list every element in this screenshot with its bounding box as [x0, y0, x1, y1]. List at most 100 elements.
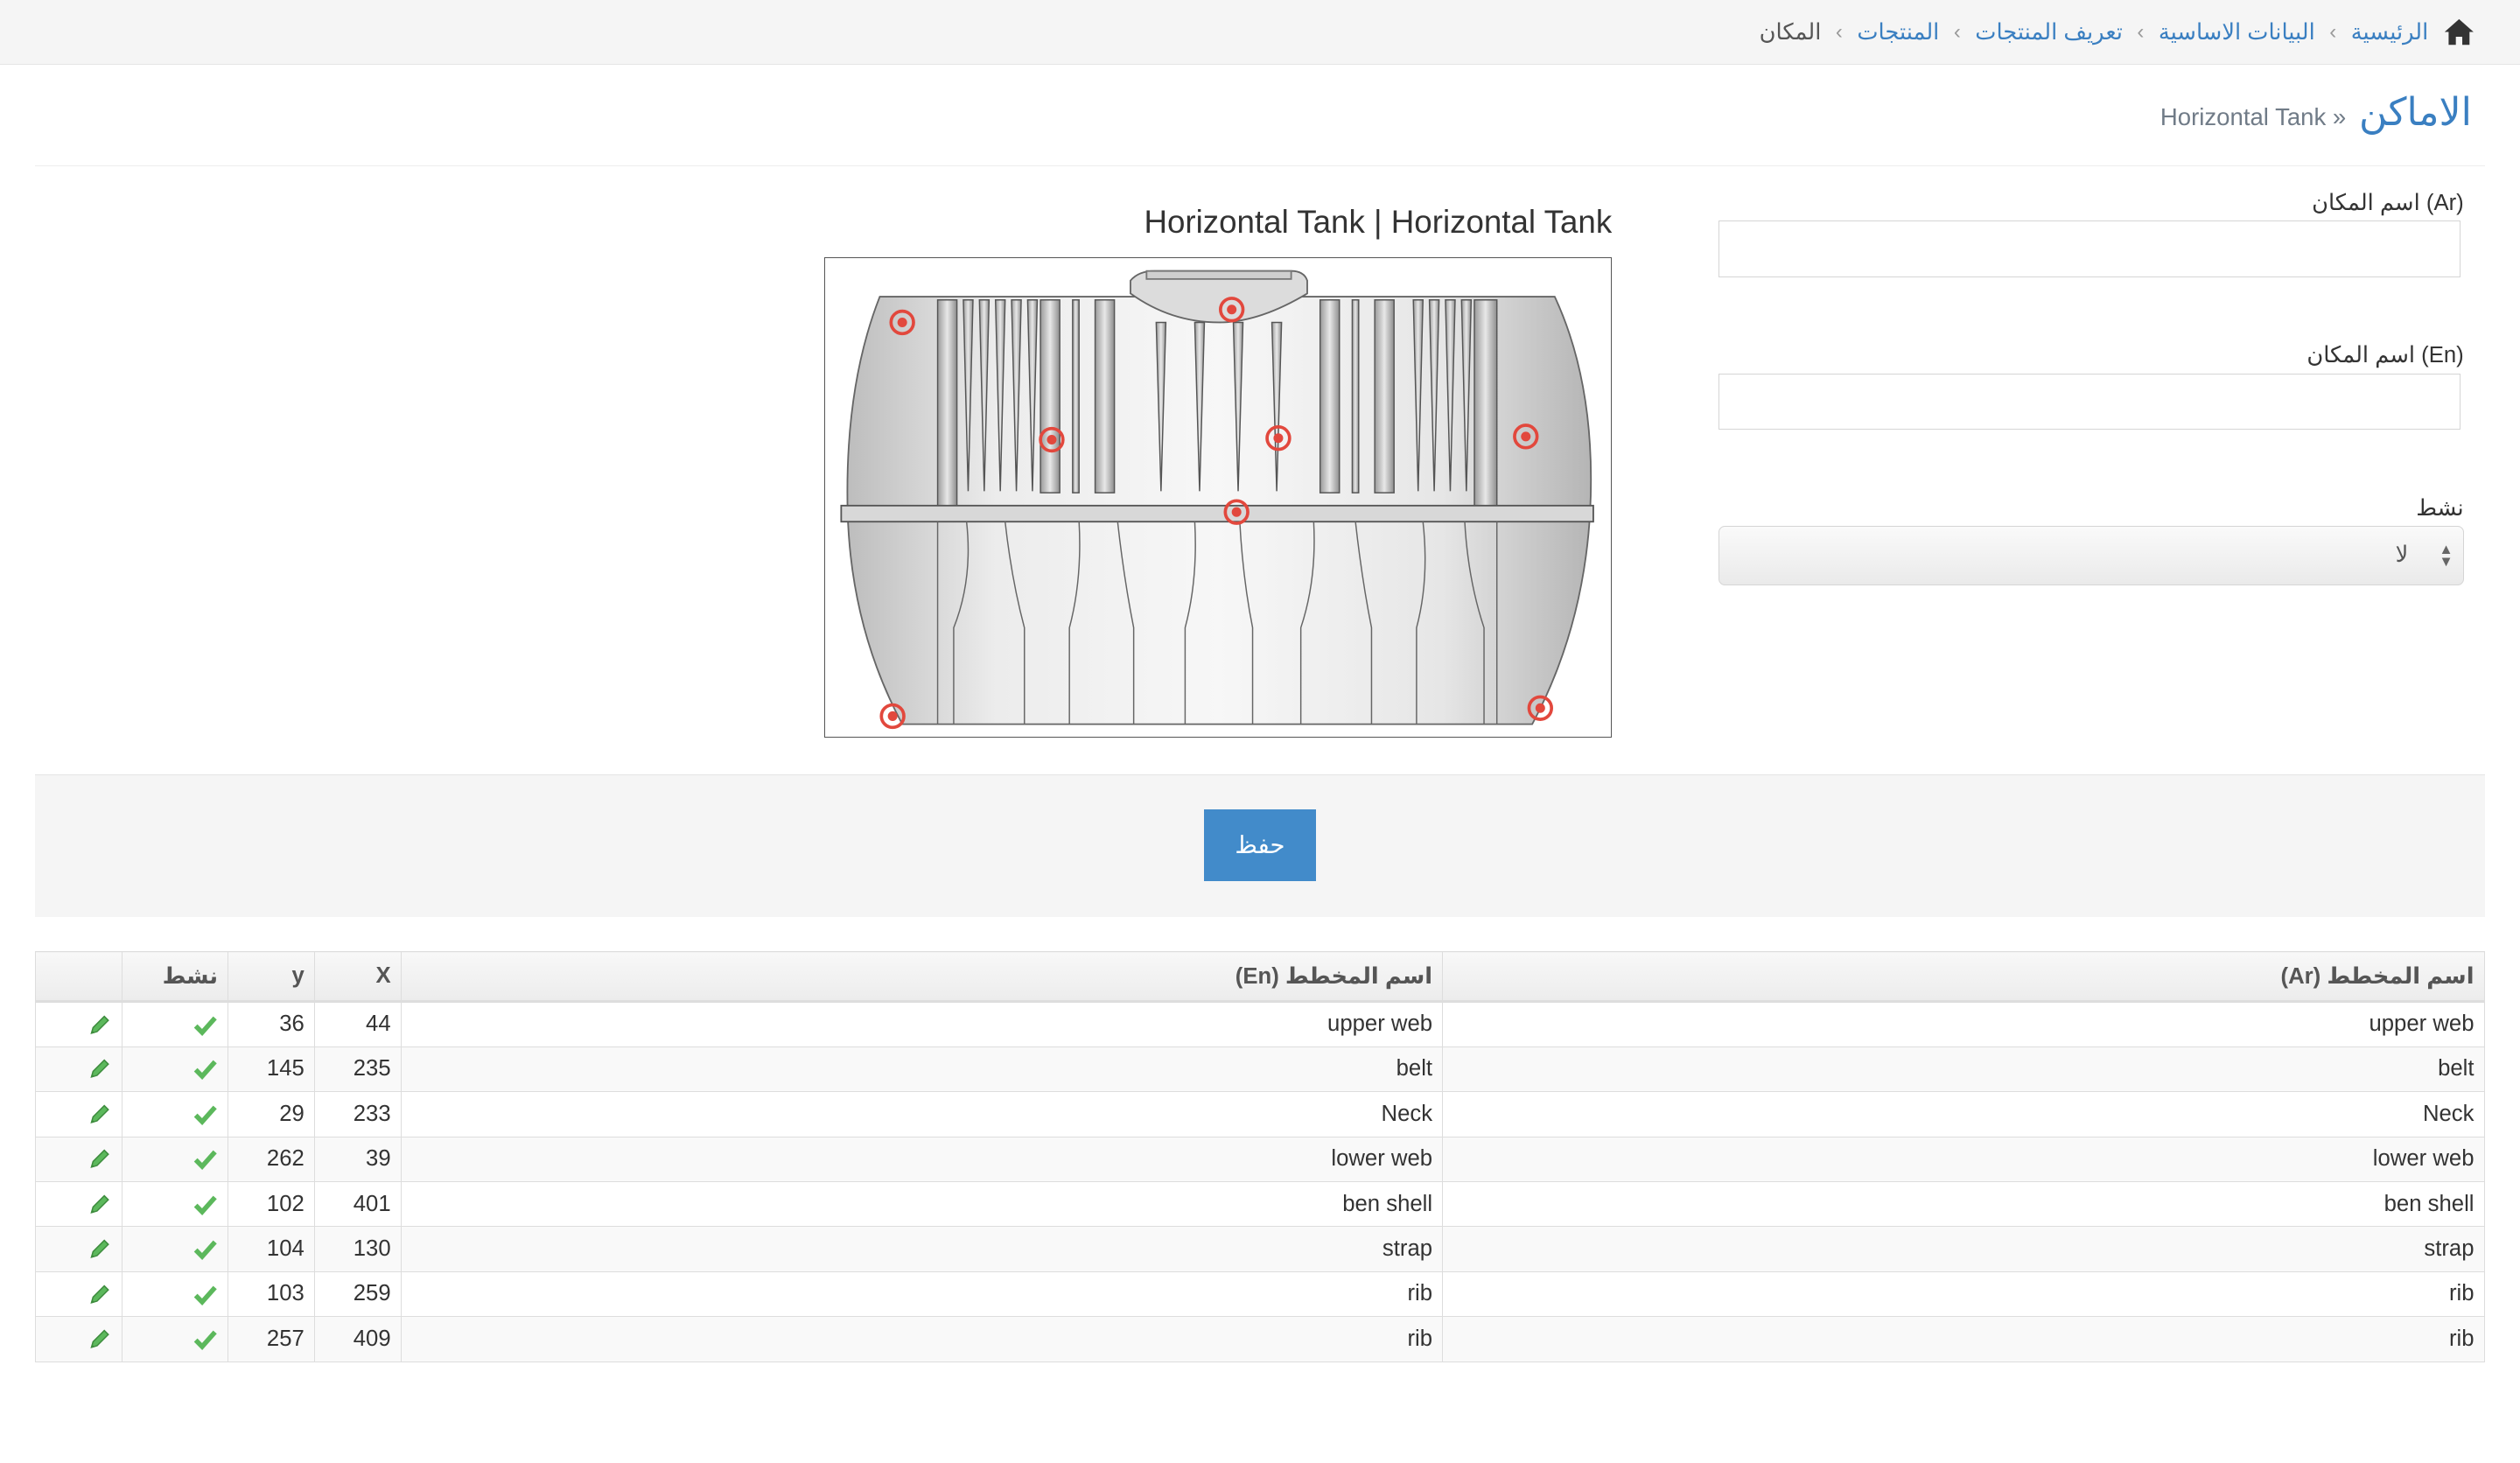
table-row: rib rib 259 103	[35, 1270, 2485, 1318]
cell-active	[122, 1136, 228, 1182]
cell-edit	[35, 1180, 123, 1228]
cell-active	[122, 1180, 228, 1228]
name-ar-label: اسم المكان (Ar)	[2312, 190, 2464, 215]
cell-x: 235	[313, 1046, 402, 1093]
pencil-icon[interactable]	[87, 1192, 112, 1217]
page-subtitle: Horizontal Tank »	[2160, 102, 2347, 130]
table-row: Neck Neck 233 29	[35, 1091, 2485, 1138]
check-icon	[193, 1285, 217, 1306]
breadcrumb-current: المكان	[1759, 19, 1822, 45]
table-row: belt belt 235 145	[35, 1046, 2485, 1093]
th-name-en[interactable]: اسم المخطط (En)	[400, 951, 1444, 1004]
pencil-icon[interactable]	[87, 1102, 112, 1127]
cell-name-en: upper web	[400, 1001, 1444, 1047]
chevron-left-icon: ‹	[1953, 19, 1961, 44]
name-ar-input[interactable]	[1718, 220, 2461, 277]
cell-name-ar: rib	[1442, 1270, 2485, 1318]
active-select-value: لا	[2395, 542, 2409, 567]
breadcrumb-product-definition[interactable]: تعريف المنتجات	[1975, 19, 2123, 46]
cell-x: 130	[313, 1226, 402, 1272]
cell-active	[122, 1270, 228, 1318]
cell-name-en: rib	[400, 1316, 1444, 1362]
cell-x: 409	[313, 1316, 402, 1362]
chevron-left-icon: ‹	[2329, 19, 2337, 44]
page-title: الاماكن Horizontal Tank »	[2160, 90, 2472, 135]
cell-name-en: ben shell	[400, 1180, 1444, 1228]
cell-y: 29	[228, 1091, 315, 1138]
pencil-icon[interactable]	[87, 1146, 112, 1172]
cell-y: 257	[228, 1316, 315, 1362]
th-name-ar[interactable]: اسم المخطط (Ar)	[1442, 951, 2485, 1004]
pencil-icon[interactable]	[87, 1012, 112, 1038]
tank-diagram[interactable]	[824, 256, 1613, 738]
th-edit	[35, 951, 123, 1004]
cell-active	[122, 1001, 228, 1047]
check-icon	[193, 1105, 217, 1125]
breadcrumb-home[interactable]: الرئيسية	[2351, 19, 2429, 46]
cell-y: 36	[228, 1001, 315, 1047]
breadcrumb-products[interactable]: المنتجات	[1857, 19, 1939, 46]
select-arrows-icon: ▲ ▼	[2439, 540, 2454, 570]
breadcrumb-bar: الرئيسية ‹ البيانات الاساسية ‹ تعريف الم…	[0, 0, 2520, 66]
pencil-icon[interactable]	[87, 1056, 112, 1082]
active-label: نشط	[2416, 495, 2464, 521]
pencil-icon[interactable]	[87, 1282, 112, 1307]
breadcrumb: الرئيسية ‹ البيانات الاساسية ‹ تعريف الم…	[1760, 0, 2475, 64]
tank-image	[840, 270, 1595, 729]
name-en-input[interactable]	[1718, 373, 2461, 430]
cell-name-ar: ben shell	[1442, 1180, 2485, 1228]
cell-x: 44	[313, 1001, 402, 1047]
cell-y: 262	[228, 1136, 315, 1182]
cell-edit	[35, 1316, 123, 1362]
th-y[interactable]: y	[228, 951, 315, 1004]
pencil-icon[interactable]	[87, 1326, 112, 1352]
cell-edit	[35, 1046, 123, 1093]
cell-name-ar: belt	[1442, 1046, 2485, 1093]
place-form: اسم المكان (Ar) اسم المكان (En) نشط لا ▲…	[1718, 190, 2464, 586]
table-header-row: اسم المخطط (Ar) اسم المخطط (En) X y نشط	[35, 951, 2485, 1004]
diagram-title: Horizontal Tank | Horizontal Tank	[1144, 204, 1613, 241]
cell-name-ar: strap	[1442, 1226, 2485, 1272]
cell-y: 145	[228, 1046, 315, 1093]
cell-active	[122, 1091, 228, 1138]
active-select[interactable]: لا ▲ ▼	[1718, 526, 2464, 586]
cell-active	[122, 1226, 228, 1272]
table-row: lower web lower web 39 262	[35, 1136, 2485, 1182]
active-group: نشط لا ▲ ▼	[1718, 495, 2464, 586]
name-en-group: اسم المكان (En)	[1718, 342, 2464, 494]
chevron-left-icon: ‹	[2137, 19, 2145, 44]
chevron-left-icon: ‹	[1835, 19, 1843, 44]
cell-edit	[35, 1091, 123, 1138]
cell-name-ar: upper web	[1442, 1001, 2485, 1047]
cell-x: 401	[313, 1180, 402, 1228]
save-button[interactable]: حفظ	[1203, 808, 1317, 882]
cell-x: 39	[313, 1136, 402, 1182]
cell-name-en: rib	[400, 1270, 1444, 1318]
cell-active	[122, 1316, 228, 1362]
th-x[interactable]: X	[313, 951, 402, 1004]
breadcrumb-basic-data[interactable]: البيانات الاساسية	[2159, 19, 2315, 46]
cell-name-ar: lower web	[1442, 1136, 2485, 1182]
cell-x: 233	[313, 1091, 402, 1138]
th-active[interactable]: نشط	[122, 951, 228, 1004]
cell-name-ar: rib	[1442, 1316, 2485, 1362]
table-row: rib rib 409 257	[35, 1316, 2485, 1362]
cell-name-ar: Neck	[1442, 1091, 2485, 1138]
check-icon	[193, 1240, 217, 1261]
cell-active	[122, 1046, 228, 1093]
pencil-icon[interactable]	[87, 1236, 112, 1262]
cell-name-en: belt	[400, 1046, 1444, 1093]
name-en-label: اسم المكان (En)	[2306, 343, 2464, 368]
home-icon[interactable]	[2443, 18, 2475, 46]
cell-name-en: lower web	[400, 1136, 1444, 1182]
cell-name-en: Neck	[400, 1091, 1444, 1138]
cell-edit	[35, 1270, 123, 1318]
name-ar-group: اسم المكان (Ar)	[1718, 190, 2464, 342]
points-table: اسم المخطط (Ar) اسم المخطط (En) X y نشط …	[35, 951, 2485, 1362]
check-icon	[193, 1195, 217, 1215]
cell-edit	[35, 1001, 123, 1047]
cell-name-en: strap	[400, 1226, 1444, 1272]
cell-edit	[35, 1136, 123, 1182]
check-icon	[193, 1016, 217, 1036]
check-icon	[193, 1150, 217, 1171]
